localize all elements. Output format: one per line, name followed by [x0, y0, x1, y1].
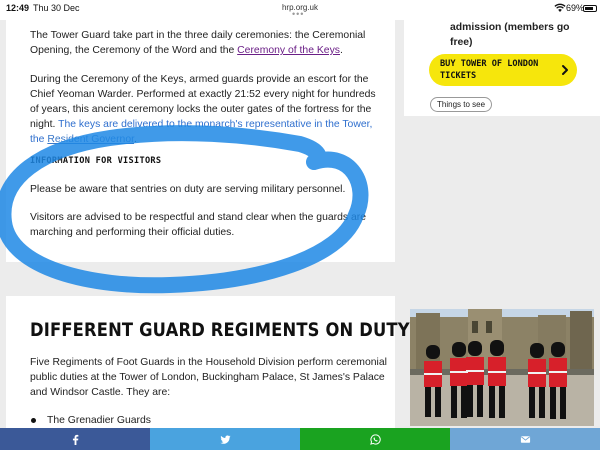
share-facebook-button[interactable]: [0, 428, 150, 450]
whatsapp-icon: [369, 433, 381, 445]
things-to-see-tag[interactable]: Things to see: [430, 97, 493, 112]
ceremonies-paragraph: The Tower Guard take part in the three d…: [30, 30, 366, 56]
share-email-button[interactable]: [450, 428, 600, 450]
visitors-paragraph-2: Visitors are advised to be respectful an…: [30, 212, 366, 238]
battery-icon: [583, 5, 597, 12]
buy-tickets-button[interactable]: BUY TOWER OF LONDON TICKETS: [429, 54, 577, 86]
wifi-icon: [554, 3, 566, 12]
share-bar: [0, 428, 600, 450]
share-twitter-button[interactable]: [150, 428, 300, 450]
facebook-icon: [72, 434, 78, 445]
admission-text: admission (members go free): [450, 22, 570, 48]
email-icon: [520, 435, 530, 443]
twitter-icon: [219, 434, 231, 444]
visitors-paragraph-1: Please be aware that sentries on duty ar…: [30, 184, 346, 195]
battery-percent: 69%: [566, 3, 585, 13]
status-bar: 12:49 Thu 30 Dec hrp.org.uk ••• 69%: [0, 0, 600, 20]
resident-governor-link[interactable]: Resident Governor: [47, 134, 134, 145]
ceremony-of-the-keys-link[interactable]: Ceremony of the Keys: [237, 45, 340, 56]
regiments-paragraph: Five Regiments of Foot Guards in the Hou…: [30, 357, 387, 398]
chevron-right-icon: [562, 65, 568, 75]
ceremony-keys-paragraph: During the Ceremony of the Keys, armed g…: [30, 74, 376, 145]
regiments-heading: DIFFERENT GUARD REGIMENTS ON DUTY: [30, 319, 410, 341]
share-whatsapp-button[interactable]: [300, 428, 450, 450]
guards-marching-photo: [410, 309, 594, 426]
visitors-heading: INFORMATION FOR VISITORS: [30, 156, 162, 166]
list-bullet: [31, 418, 36, 423]
list-item: The Grenadier Guards: [47, 415, 151, 426]
more-dots-icon[interactable]: •••: [292, 10, 304, 19]
